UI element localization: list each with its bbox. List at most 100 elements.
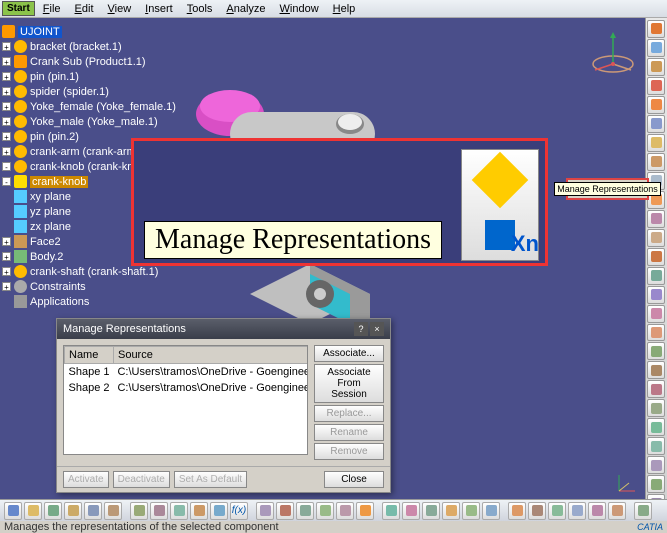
menu-edit[interactable]: Edit xyxy=(69,2,100,16)
toolbar-button[interactable] xyxy=(296,502,314,520)
tree-item[interactable]: +bracket (bracket.1) xyxy=(2,39,168,54)
tree-root[interactable]: UJOINT xyxy=(2,24,168,39)
toolbar-button[interactable] xyxy=(647,456,665,474)
toolbar-button[interactable] xyxy=(647,115,665,133)
menu-window[interactable]: Window xyxy=(274,2,325,16)
toolbar-button[interactable] xyxy=(647,210,665,228)
toolbar-button[interactable] xyxy=(44,502,62,520)
menu-file[interactable]: File xyxy=(37,2,67,16)
tree-expander[interactable]: + xyxy=(2,72,11,81)
toolbar-button[interactable] xyxy=(190,502,208,520)
toolbar-button[interactable] xyxy=(647,134,665,152)
tree-expander[interactable]: + xyxy=(2,57,11,66)
tree-expander[interactable]: - xyxy=(2,177,11,186)
toolbar-button[interactable] xyxy=(647,153,665,171)
toolbar-button[interactable]: f(x) xyxy=(230,502,248,520)
tree-expander[interactable]: + xyxy=(2,87,11,96)
toolbar-button[interactable] xyxy=(647,77,665,95)
dialog-titlebar[interactable]: Manage Representations ? × xyxy=(57,319,390,339)
start-button[interactable]: Start xyxy=(2,1,35,16)
tree-expander[interactable]: + xyxy=(2,117,11,126)
toolbar-button[interactable] xyxy=(422,502,440,520)
tree-expander[interactable]: - xyxy=(2,162,11,171)
toolbar-button[interactable] xyxy=(402,502,420,520)
toolbar-button[interactable] xyxy=(647,380,665,398)
toolbar-button[interactable] xyxy=(170,502,188,520)
tree-item[interactable]: Applications xyxy=(2,294,168,309)
toolbar-button[interactable] xyxy=(647,229,665,247)
tree-expander[interactable]: + xyxy=(2,42,11,51)
toolbar-button[interactable] xyxy=(647,361,665,379)
column-header[interactable]: Name xyxy=(65,347,114,364)
representations-grid[interactable]: NameSourceTypeDefaultActivated Shape 1C:… xyxy=(63,345,308,455)
menu-insert[interactable]: Insert xyxy=(139,2,179,16)
tree-expander[interactable]: + xyxy=(2,252,11,261)
toolbar-button[interactable] xyxy=(647,267,665,285)
toolbar-button[interactable] xyxy=(442,502,460,520)
compass[interactable] xyxy=(589,28,637,76)
toolbar-button[interactable] xyxy=(64,502,82,520)
close-button[interactable]: Close xyxy=(324,471,384,488)
toolbar-button[interactable] xyxy=(647,342,665,360)
tree-expander[interactable]: + xyxy=(2,237,11,246)
toolbar-button[interactable] xyxy=(256,502,274,520)
toolbar-button[interactable] xyxy=(647,96,665,114)
toolbar-button[interactable] xyxy=(647,324,665,342)
dialog-close-button[interactable]: × xyxy=(370,322,384,336)
toolbar-button[interactable] xyxy=(647,39,665,57)
toolbar-button[interactable] xyxy=(210,502,228,520)
toolbar-button[interactable] xyxy=(608,502,626,520)
toolbar-button[interactable] xyxy=(382,502,400,520)
tree-item[interactable]: +spider (spider.1) xyxy=(2,84,168,99)
toolbar-button[interactable] xyxy=(634,502,652,520)
toolbar-button[interactable] xyxy=(130,502,148,520)
tree-expander[interactable]: + xyxy=(2,102,11,111)
toolbar-button[interactable] xyxy=(647,305,665,323)
column-header[interactable]: Source xyxy=(113,347,308,364)
table-row[interactable]: Shape 2C:\Users\tramos\OneDrive - Goengi… xyxy=(65,380,309,396)
dialog-side-button[interactable]: Associate From Session xyxy=(314,364,384,403)
toolbar-button[interactable] xyxy=(336,502,354,520)
toolbar-button[interactable] xyxy=(588,502,606,520)
toolbar-button[interactable] xyxy=(104,502,122,520)
toolbar-button[interactable] xyxy=(508,502,526,520)
dialog-help-button[interactable]: ? xyxy=(354,322,368,336)
tree-expander[interactable]: + xyxy=(2,267,11,276)
toolbar-button[interactable] xyxy=(647,58,665,76)
toolbar-button[interactable] xyxy=(647,475,665,493)
tree-item[interactable]: +crank-shaft (crank-shaft.1) xyxy=(2,264,168,279)
tree-item[interactable]: +pin (pin.1) xyxy=(2,69,168,84)
tree-item[interactable]: +Yoke_female (Yoke_female.1) xyxy=(2,99,168,114)
tree-expander[interactable]: + xyxy=(2,282,11,291)
tree-item[interactable]: +Crank Sub (Product1.1) xyxy=(2,54,168,69)
tree-expander[interactable]: + xyxy=(2,147,11,156)
toolbar-button[interactable] xyxy=(276,502,294,520)
table-row[interactable]: Shape 1C:\Users\tramos\OneDrive - Goengi… xyxy=(65,364,309,381)
toolbar-button[interactable] xyxy=(462,502,480,520)
toolbar-button[interactable] xyxy=(4,502,22,520)
toolbar-button[interactable] xyxy=(647,248,665,266)
toolbar-button[interactable] xyxy=(647,286,665,304)
toolbar-button[interactable] xyxy=(647,418,665,436)
toolbar-button[interactable] xyxy=(84,502,102,520)
tree-item[interactable]: +Yoke_male (Yoke_male.1) xyxy=(2,114,168,129)
toolbar-button[interactable] xyxy=(528,502,546,520)
toolbar-button[interactable] xyxy=(150,502,168,520)
toolbar-button[interactable] xyxy=(568,502,586,520)
tree-expander[interactable]: + xyxy=(2,132,11,141)
menu-tools[interactable]: Tools xyxy=(181,2,219,16)
toolbar-button[interactable] xyxy=(482,502,500,520)
menu-view[interactable]: View xyxy=(102,2,138,16)
dialog-side-button[interactable]: Associate... xyxy=(314,345,384,362)
menu-analyze[interactable]: Analyze xyxy=(220,2,271,16)
toolbar-button[interactable] xyxy=(647,399,665,417)
menu-help[interactable]: Help xyxy=(327,2,362,16)
xn-badge: Xn xyxy=(511,231,539,257)
toolbar-button[interactable] xyxy=(356,502,374,520)
toolbar-button[interactable] xyxy=(647,437,665,455)
toolbar-button[interactable] xyxy=(647,20,665,38)
toolbar-button[interactable] xyxy=(316,502,334,520)
toolbar-button[interactable] xyxy=(548,502,566,520)
toolbar-button[interactable] xyxy=(24,502,42,520)
tree-item[interactable]: +Constraints xyxy=(2,279,168,294)
